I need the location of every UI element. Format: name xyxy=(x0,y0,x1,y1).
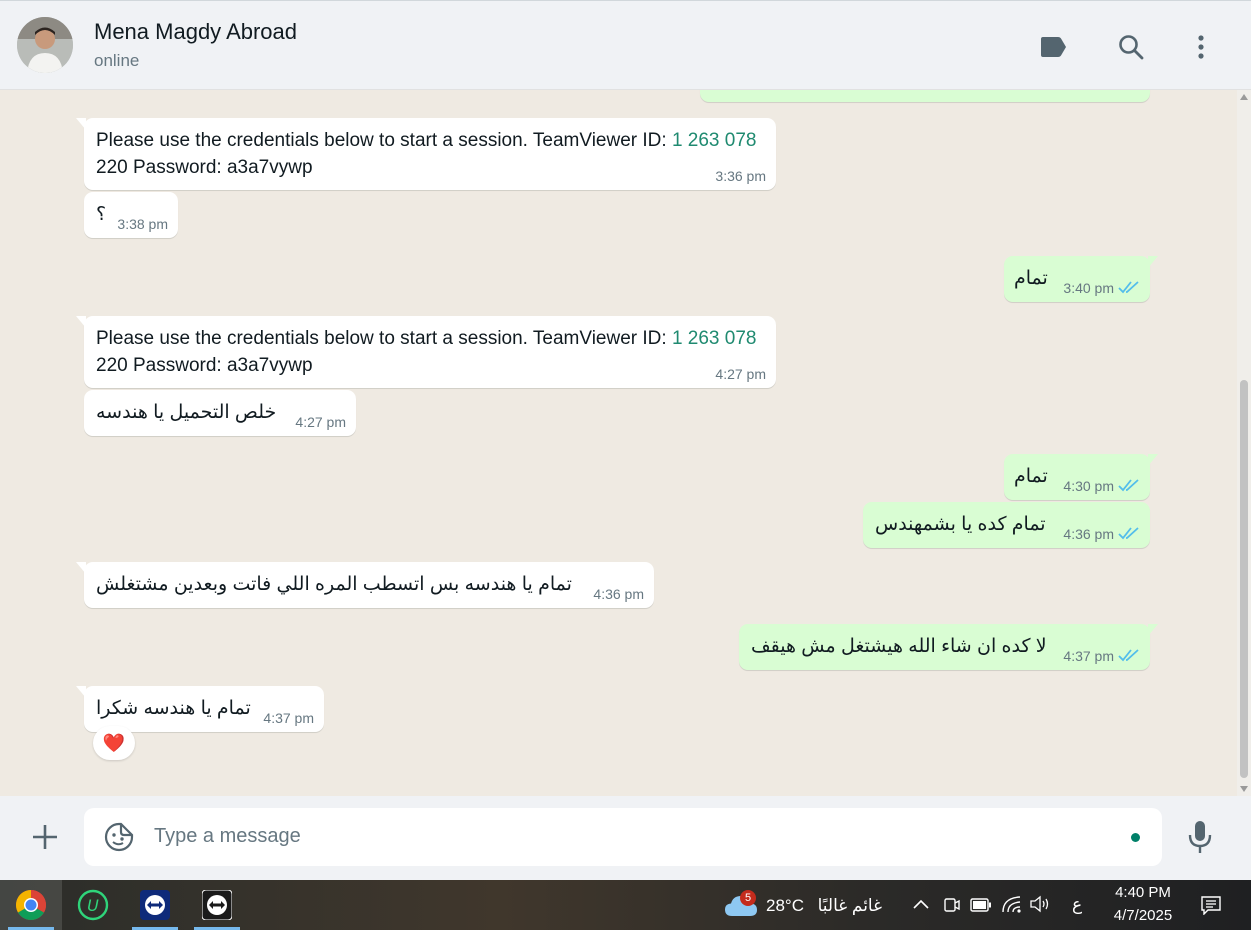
message-bubble-outgoing[interactable]: تمام 3:40 pm xyxy=(1004,256,1158,302)
message-bubble-incoming[interactable]: Please use the credentials below to star… xyxy=(76,316,776,388)
message-time: 3:40 pm xyxy=(1063,280,1114,296)
message-bubble-incoming[interactable]: تمام يا هندسه شكرا 4:37 pm xyxy=(76,686,324,732)
message-text: تمام يا هندسه بس اتسطب المره اللي فاتت و… xyxy=(96,574,572,595)
chat-area[interactable]: Please use the credentials below to star… xyxy=(0,90,1251,796)
scroll-down-arrow-icon[interactable] xyxy=(1240,786,1248,792)
message-time: 4:27 pm xyxy=(715,366,766,382)
message-time: 3:38 pm xyxy=(117,216,168,232)
message-bubble-outgoing[interactable]: لا كده ان شاء الله هيشتغل مش هيقف 4:37 p… xyxy=(739,624,1158,670)
read-receipt-icon xyxy=(1118,479,1139,492)
message-bubble-incoming[interactable]: تمام يا هندسه بس اتسطب المره اللي فاتت و… xyxy=(76,562,654,608)
chat-scrollbar[interactable] xyxy=(1237,90,1251,796)
message-time: 4:30 pm xyxy=(1063,478,1114,494)
notification-center-icon[interactable] xyxy=(1200,895,1222,920)
message-time: 4:36 pm xyxy=(1063,526,1114,542)
label-icon[interactable] xyxy=(1035,29,1071,65)
microphone-icon[interactable] xyxy=(1187,820,1213,854)
chat-header: Mena Magdy Abroad online xyxy=(0,0,1251,90)
teamviewer-icon[interactable] xyxy=(186,880,248,930)
message-time: 4:27 pm xyxy=(295,414,346,430)
contact-status: online xyxy=(94,51,140,70)
message-time: 4:37 pm xyxy=(263,710,314,726)
message-bubble-outgoing[interactable]: تمام كده يا بشمهندس 4:36 pm xyxy=(863,502,1150,548)
clock-date[interactable]: 4/7/2025 xyxy=(1110,907,1176,924)
upwork-icon[interactable]: U xyxy=(62,880,124,930)
read-receipt-icon xyxy=(1118,649,1139,662)
weather-badge: 5 xyxy=(740,890,756,906)
contact-avatar[interactable] xyxy=(17,17,73,73)
status-dot xyxy=(1131,833,1140,842)
battery-icon[interactable] xyxy=(970,898,992,917)
meet-now-icon[interactable] xyxy=(944,896,960,919)
read-receipt-icon xyxy=(1118,281,1139,294)
scroll-thumb[interactable] xyxy=(1240,380,1248,778)
message-bubble-incoming[interactable]: خلص التحميل يا هندسه 4:27 pm xyxy=(84,390,356,436)
search-icon[interactable] xyxy=(1113,29,1149,65)
message-text: تمام xyxy=(1014,268,1048,289)
message-text: ؟ xyxy=(96,204,107,225)
message-text: تمام يا هندسه شكرا xyxy=(96,698,251,719)
message-text: خلص التحميل يا هندسه xyxy=(96,402,277,423)
contact-name[interactable]: Mena Magdy Abroad xyxy=(94,19,297,45)
volume-icon[interactable] xyxy=(1029,895,1051,918)
teamviewer-id-link[interactable]: 1 263 078 xyxy=(672,328,757,349)
input-language[interactable]: ع xyxy=(1072,895,1082,915)
teamviewer-icon[interactable] xyxy=(124,880,186,930)
message-bubble-incoming[interactable]: ؟ 3:38 pm xyxy=(84,192,178,238)
message-time: 4:37 pm xyxy=(1063,648,1114,664)
scroll-up-arrow-icon[interactable] xyxy=(1240,94,1248,100)
read-receipt-icon xyxy=(1118,527,1139,540)
message-input-box[interactable]: Type a message xyxy=(84,808,1162,866)
sticker-icon[interactable] xyxy=(104,822,134,852)
windows-taskbar: U 5 28°C غائم غالبًا ع 4:40 PM 4/7/2025 xyxy=(0,880,1251,930)
heart-reaction[interactable]: ❤️ xyxy=(93,726,135,760)
svg-text:U: U xyxy=(87,896,99,915)
wifi-icon[interactable] xyxy=(1001,895,1023,918)
message-bubble-outgoing-partial[interactable] xyxy=(700,90,1150,102)
message-bubble-outgoing[interactable]: تمام 4:30 pm xyxy=(1004,454,1158,500)
message-text: تمام xyxy=(1014,466,1048,487)
attach-plus-icon[interactable] xyxy=(30,822,60,852)
clock-time[interactable]: 4:40 PM xyxy=(1112,884,1174,901)
message-placeholder: Type a message xyxy=(154,825,301,847)
chrome-icon[interactable] xyxy=(0,880,62,930)
teamviewer-id-link[interactable]: 1 263 078 xyxy=(672,130,757,151)
message-time: 4:36 pm xyxy=(593,586,644,602)
temperature[interactable]: 28°C xyxy=(766,896,804,916)
message-text: تمام كده يا بشمهندس xyxy=(875,514,1046,535)
message-text: لا كده ان شاء الله هيشتغل مش هيقف xyxy=(751,636,1047,657)
message-bubble-incoming[interactable]: Please use the credentials below to star… xyxy=(76,118,776,190)
message-text: Please use the credentials below to star… xyxy=(96,130,757,178)
message-time: 3:36 pm xyxy=(715,168,766,184)
more-vertical-icon[interactable] xyxy=(1183,29,1219,65)
chevron-up-icon[interactable] xyxy=(912,897,930,915)
message-composer: Type a message xyxy=(0,796,1251,880)
weather-text[interactable]: غائم غالبًا xyxy=(818,896,882,916)
message-text: Please use the credentials below to star… xyxy=(96,328,757,376)
